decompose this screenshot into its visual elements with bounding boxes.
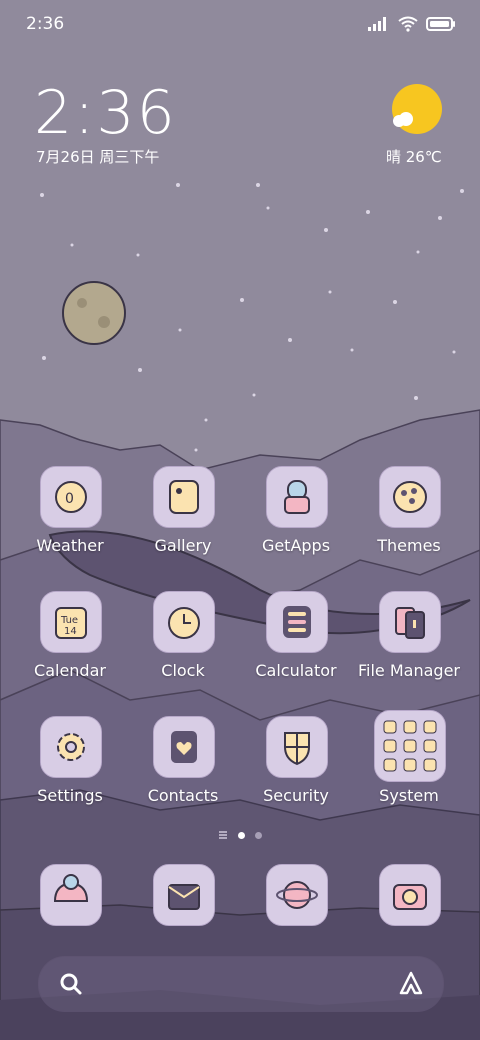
app-label: System [379,786,439,805]
app-file-manager[interactable]: File Manager [358,591,460,701]
weather-text: 晴 26℃ [386,148,442,166]
app-weather[interactable]: 0 Weather [20,466,120,576]
app-getapps[interactable]: GetApps [246,466,346,576]
calendar-day: Tue [60,615,78,626]
status-bar: 2:36 [0,0,480,48]
app-settings[interactable]: Settings [20,716,120,826]
wifi-icon [398,16,418,32]
app-label: Gallery [154,536,212,555]
app-label: Calculator [255,661,337,680]
search-icon [60,973,82,995]
clock-widget-date: 7月26日 周三下午 [36,148,160,166]
file-manager-app-icon [379,591,441,653]
gallery-app-icon [153,466,215,528]
app-label: GetApps [261,536,331,555]
contacts-app-icon [153,716,215,778]
browser-icon [266,864,328,926]
menu-icon [219,831,227,839]
app-gallery[interactable]: Gallery [133,466,233,576]
app-label: Calendar [34,661,106,680]
app-label: Settings [37,786,103,805]
folder-system[interactable]: System [359,710,459,826]
search-bar[interactable] [38,956,444,1012]
camera-icon [379,864,441,926]
assistant-icon[interactable] [397,971,425,997]
system-folder-icon [374,710,446,782]
app-label: Contacts [147,786,219,805]
themes-app-icon [379,466,441,528]
app-label: File Manager [358,661,460,680]
app-calculator[interactable]: Calculator [246,591,346,701]
app-clock[interactable]: Clock [133,591,233,701]
app-label: Themes [377,536,441,555]
page-dot-active [238,831,245,839]
phone-icon [40,864,102,926]
app-contacts[interactable]: Contacts [133,716,233,826]
status-time: 2:36 [26,14,65,34]
signal-icon [368,17,386,31]
app-calendar[interactable]: Tue 14 Calendar [20,591,120,701]
clock-app-icon [153,591,215,653]
status-icons [368,16,456,32]
calendar-date: 14 [64,626,77,637]
battery-icon [426,17,455,31]
page-indicator[interactable] [200,828,280,842]
weather-app-icon: 0 [40,466,102,528]
weather-widget[interactable]: 晴 26℃ [376,82,454,166]
app-themes[interactable]: Themes [359,466,459,576]
app-label: Weather [36,536,104,555]
app-label: Clock [161,661,205,680]
security-app-icon [266,716,328,778]
app-label: Security [263,786,329,805]
getapps-app-icon [266,466,328,528]
clock-widget-time[interactable]: 2:36 [34,78,177,148]
cloud-icon [393,112,413,127]
calculator-app-icon [266,591,328,653]
page-dot [255,831,262,839]
app-security[interactable]: Security [246,716,346,826]
settings-app-icon [40,716,102,778]
calendar-app-icon: Tue 14 [40,591,102,653]
mail-icon [153,864,215,926]
svg-text:0: 0 [65,491,74,507]
